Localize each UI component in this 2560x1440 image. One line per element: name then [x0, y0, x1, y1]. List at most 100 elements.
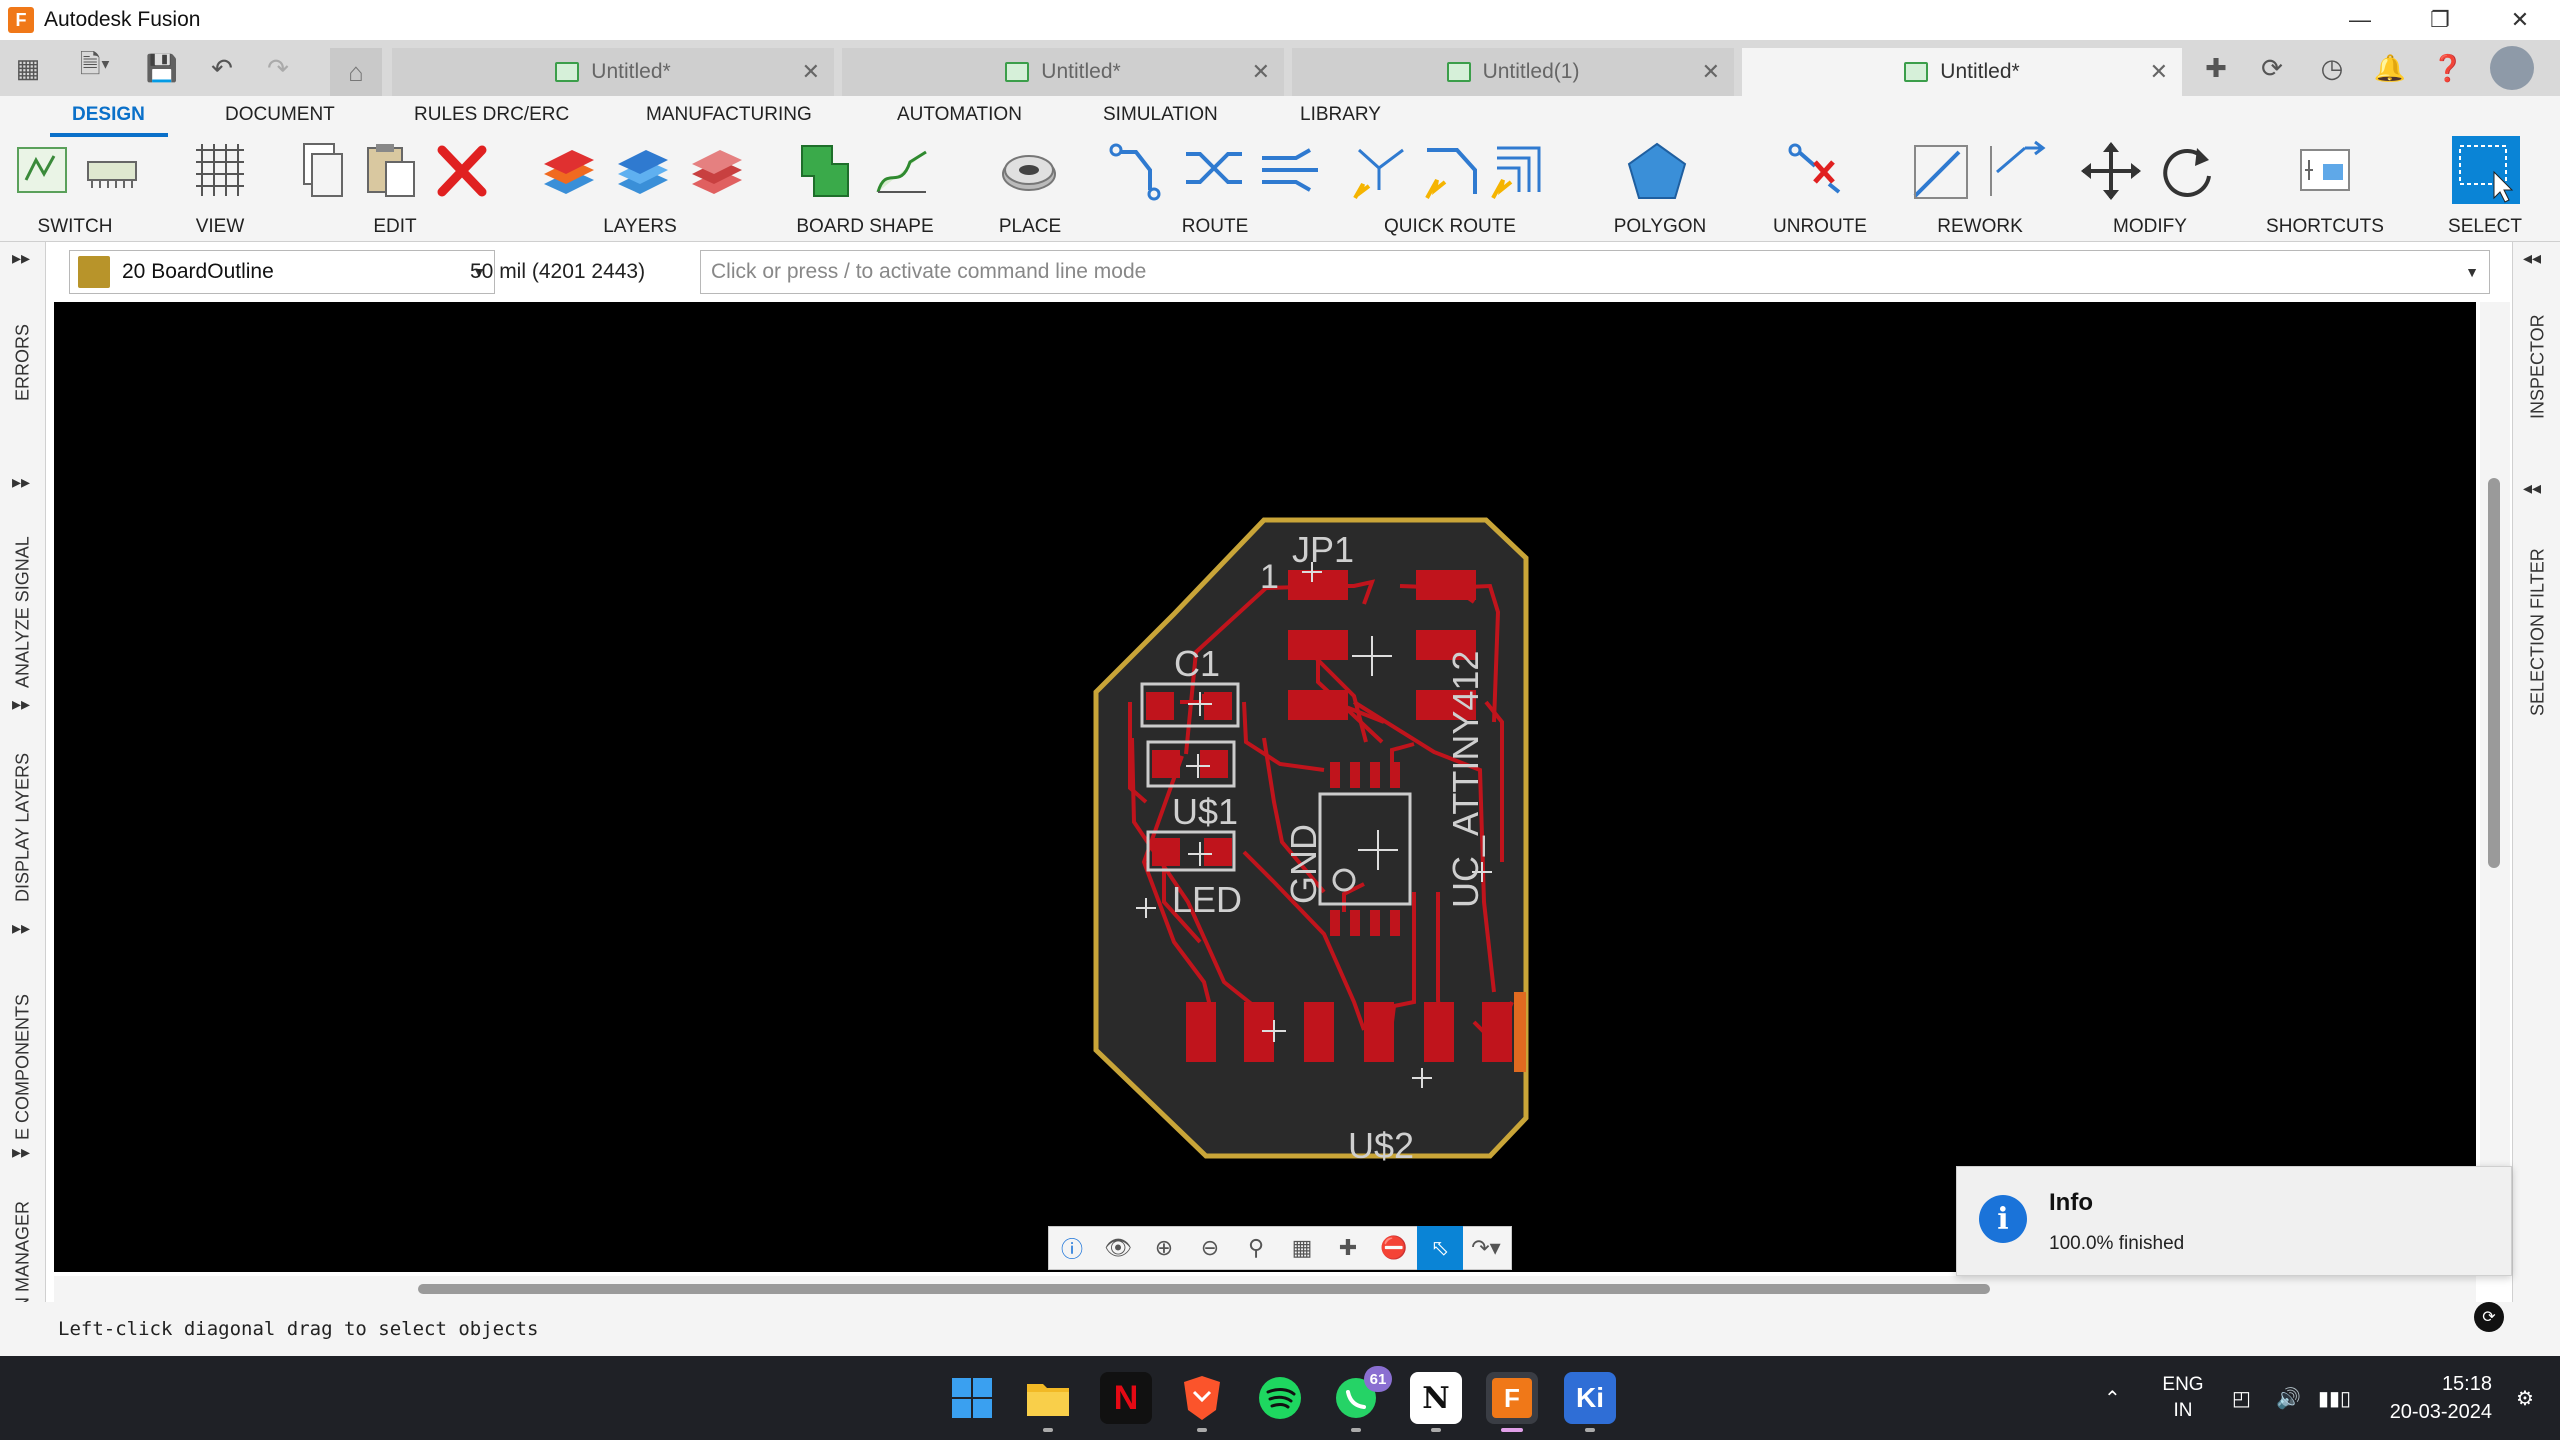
minimize-button[interactable]: — [2320, 0, 2400, 40]
home-icon[interactable]: ⌂ [330, 48, 382, 96]
stop-icon[interactable]: ⛔ [1371, 1226, 1417, 1270]
collapse-panel-icon[interactable]: ◂◂ [2523, 248, 2541, 269]
save-icon[interactable]: 💾 [146, 52, 178, 84]
close-window-button[interactable]: ✕ [2480, 0, 2560, 40]
vertical-scroll-thumb[interactable] [2488, 478, 2500, 868]
tab-manufacturing[interactable]: MANUFACTURING [646, 104, 812, 126]
quick-route-airwire-icon[interactable] [1349, 140, 1413, 202]
layers-top-icon[interactable] [536, 140, 600, 202]
group-switch[interactable]: SWITCH [10, 140, 140, 240]
tab-document[interactable]: DOCUMENT [225, 104, 335, 126]
crosshair-icon[interactable]: ✚ [1325, 1226, 1371, 1270]
horizontal-scrollbar[interactable] [54, 1276, 2476, 1302]
collapse-panel-icon[interactable]: ◂◂ [2523, 478, 2541, 499]
group-view[interactable]: VIEW [170, 140, 270, 240]
route-single-icon[interactable] [1106, 140, 1170, 202]
fusion-taskbar-icon[interactable]: F [1486, 1372, 1538, 1432]
notification-center-icon[interactable]: ⚙ [2516, 1356, 2534, 1440]
layers-bottom-icon[interactable] [610, 140, 674, 202]
tab-library[interactable]: LIBRARY [1300, 104, 1381, 126]
tab-untitled-3[interactable]: Untitled(1) ✕ [1292, 48, 1734, 96]
volume-icon[interactable]: 🔊 [2276, 1356, 2301, 1440]
group-place[interactable]: PLACE [975, 140, 1085, 240]
group-layers[interactable]: LAYERS [530, 140, 750, 240]
selection-filter-panel-tab[interactable]: SELECTION FILTER [2519, 532, 2557, 732]
info-icon[interactable]: ⓘ [1049, 1226, 1095, 1270]
group-rework[interactable]: REWORK [1905, 140, 2055, 240]
eye-icon[interactable]: 👁 [1095, 1226, 1141, 1270]
close-tab-icon[interactable]: ✕ [2150, 59, 2168, 85]
system-clock[interactable]: 15:18 20-03-2024 [2362, 1370, 2492, 1426]
analyze-signal-panel-tab[interactable]: ANALYZE SIGNAL [4, 522, 42, 702]
components-panel-tab[interactable]: E COMPONENTS [4, 982, 42, 1152]
grid-toggle-icon[interactable]: ▦ [1279, 1226, 1325, 1270]
grid-icon[interactable] [188, 140, 252, 202]
move-icon[interactable] [2079, 140, 2143, 202]
pcb-board-drawing[interactable]: JP1 1 C1 U$1 LED U$2 GND UC_ATTINY412 [54, 302, 2476, 1272]
expand-panel-icon[interactable]: ▸▸ [12, 918, 30, 939]
schematic-switch-icon[interactable] [14, 140, 78, 202]
rework-extend-icon[interactable] [1985, 140, 2049, 202]
group-unroute[interactable]: UNROUTE [1755, 140, 1885, 240]
close-tab-icon[interactable]: ✕ [802, 59, 820, 85]
chevron-down-icon[interactable]: ▼ [2465, 264, 2479, 280]
command-line-input[interactable]: Click or press / to activate command lin… [700, 250, 2490, 294]
board-shape-icon[interactable] [792, 140, 856, 202]
new-tab-icon[interactable]: ✚ [2198, 50, 2234, 86]
notion-icon[interactable]: N [1410, 1372, 1462, 1432]
quick-route-signal-icon[interactable] [1419, 140, 1483, 202]
snap-options-icon[interactable]: ↷▾ [1463, 1226, 1509, 1270]
close-tab-icon[interactable]: ✕ [1702, 59, 1720, 85]
layer-dropdown[interactable]: 20 BoardOutline ▼ [69, 250, 495, 294]
pcb-canvas[interactable]: JP1 1 C1 U$1 LED U$2 GND UC_ATTINY412 [54, 302, 2476, 1272]
tab-untitled-2[interactable]: Untitled* ✕ [842, 48, 1284, 96]
paste-icon[interactable] [360, 140, 424, 202]
zoom-out-icon[interactable]: ⊖ [1187, 1226, 1233, 1270]
expand-panel-icon[interactable]: ▸▸ [12, 472, 30, 493]
group-modify[interactable]: MODIFY [2075, 140, 2225, 240]
unroute-icon[interactable] [1785, 140, 1849, 202]
undo-icon[interactable]: ↶ [206, 52, 238, 84]
file-explorer-icon[interactable] [1022, 1372, 1074, 1432]
tab-rules[interactable]: RULES DRC/ERC [414, 104, 569, 126]
language-indicator[interactable]: ENG IN [2160, 1372, 2206, 1424]
info-notification[interactable]: i Info 100.0% finished [1956, 1166, 2512, 1276]
vertical-scrollbar[interactable] [2480, 302, 2510, 1272]
expand-panel-icon[interactable]: ▸▸ [12, 1142, 30, 1163]
extensions-icon[interactable]: ⟳ [2254, 50, 2290, 86]
help-icon[interactable]: ❓ [2430, 50, 2466, 86]
tab-design[interactable]: DESIGN [72, 104, 145, 126]
redo-icon[interactable]: ↷ [262, 52, 294, 84]
group-route[interactable]: ROUTE [1100, 140, 1330, 240]
wifi-icon[interactable]: ◰ [2232, 1356, 2251, 1440]
netflix-icon[interactable]: N [1100, 1372, 1152, 1424]
inspector-panel-tab[interactable]: INSPECTOR [2519, 302, 2557, 432]
zoom-fit-icon[interactable]: ⚲ [1233, 1226, 1279, 1270]
windows-start-icon[interactable] [946, 1372, 998, 1424]
tab-simulation[interactable]: SIMULATION [1103, 104, 1218, 126]
group-quick-route[interactable]: QUICK ROUTE [1345, 140, 1555, 240]
apps-grid-icon[interactable]: ▦ [12, 52, 44, 84]
brave-browser-icon[interactable] [1176, 1372, 1228, 1432]
expand-panel-icon[interactable]: ▸▸ [12, 248, 30, 269]
notifications-icon[interactable]: 🔔 [2372, 50, 2408, 86]
rotate-icon[interactable] [2155, 140, 2219, 202]
battery-icon[interactable]: ▮▮▯ [2318, 1356, 2351, 1440]
group-board-shape[interactable]: BOARD SHAPE [780, 140, 950, 240]
zoom-in-icon[interactable]: ⊕ [1141, 1226, 1187, 1270]
horizontal-scroll-thumb[interactable] [418, 1284, 1990, 1294]
show-hidden-icons-chevron[interactable]: ⌃ [2104, 1356, 2121, 1440]
tab-automation[interactable]: AUTOMATION [897, 104, 1022, 126]
shortcuts-icon[interactable] [2293, 140, 2357, 202]
group-shortcuts[interactable]: SHORTCUTS [2245, 140, 2405, 240]
delete-icon[interactable] [430, 140, 494, 202]
display-layers-panel-tab[interactable]: DISPLAY LAYERS [4, 742, 42, 912]
whatsapp-icon[interactable]: 61 [1330, 1366, 1392, 1432]
close-tab-icon[interactable]: ✕ [1252, 59, 1270, 85]
file-menu-icon[interactable]: 🗎▾ [70, 49, 120, 84]
restore-button[interactable]: ❐ [2400, 0, 2480, 40]
route-multi-icon[interactable] [1258, 140, 1322, 202]
polygon-icon[interactable] [1625, 140, 1689, 202]
errors-panel-tab[interactable]: ERRORS [4, 302, 42, 422]
tab-untitled-1[interactable]: Untitled* ✕ [392, 48, 834, 96]
